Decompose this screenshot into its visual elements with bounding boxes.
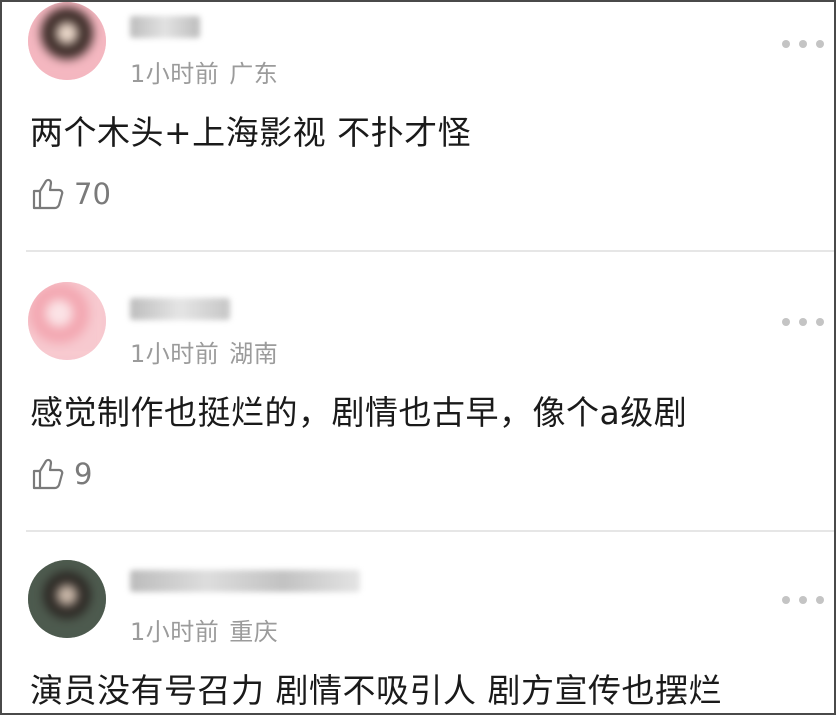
like-count: 9 [74,457,93,491]
comment-item: 1小时前 湖南 感觉制作也挺烂的，剧情也古早，像个a级剧 9 [2,254,834,532]
like-count: 70 [74,177,111,211]
comment-item: 1小时前 重庆 演员没有号召力 剧情不吸引人 剧方宣传也摆烂 [2,532,834,713]
comment-time: 1小时前 [130,340,220,368]
like-button[interactable]: 70 [30,174,111,214]
comment-text: 两个木头+上海影视 不扑才怪 [30,113,472,152]
comment-list: 1小时前 广东 两个木头+上海影视 不扑才怪 70 1小时前 湖南 感觉制作也挺烂的… [0,0,836,715]
avatar[interactable] [28,560,106,638]
username-redacted[interactable] [130,16,200,38]
username-redacted[interactable] [130,298,230,320]
thumbs-up-icon [32,458,64,490]
more-dots-icon[interactable] [782,594,824,606]
comment-location: 重庆 [229,618,279,646]
divider [26,250,834,252]
comment-meta: 1小时前 广东 [130,54,278,89]
more-dots-icon[interactable] [782,38,824,50]
comment-time: 1小时前 [130,60,220,88]
avatar[interactable] [28,282,106,360]
comment-item: 1小时前 广东 两个木头+上海影视 不扑才怪 70 [2,2,834,254]
thumbs-up-icon [32,178,64,210]
comment-location: 广东 [229,60,279,88]
comment-text: 感觉制作也挺烂的，剧情也古早，像个a级剧 [30,393,688,432]
username-redacted[interactable] [130,570,360,592]
more-dots-icon[interactable] [782,316,824,328]
comment-time: 1小时前 [130,618,220,646]
comment-location: 湖南 [229,340,279,368]
like-button[interactable]: 9 [30,454,92,494]
comment-meta: 1小时前 重庆 [130,612,278,647]
comment-text: 演员没有号召力 剧情不吸引人 剧方宣传也摆烂 [30,671,722,710]
comment-meta: 1小时前 湖南 [130,334,278,369]
avatar[interactable] [28,2,106,80]
